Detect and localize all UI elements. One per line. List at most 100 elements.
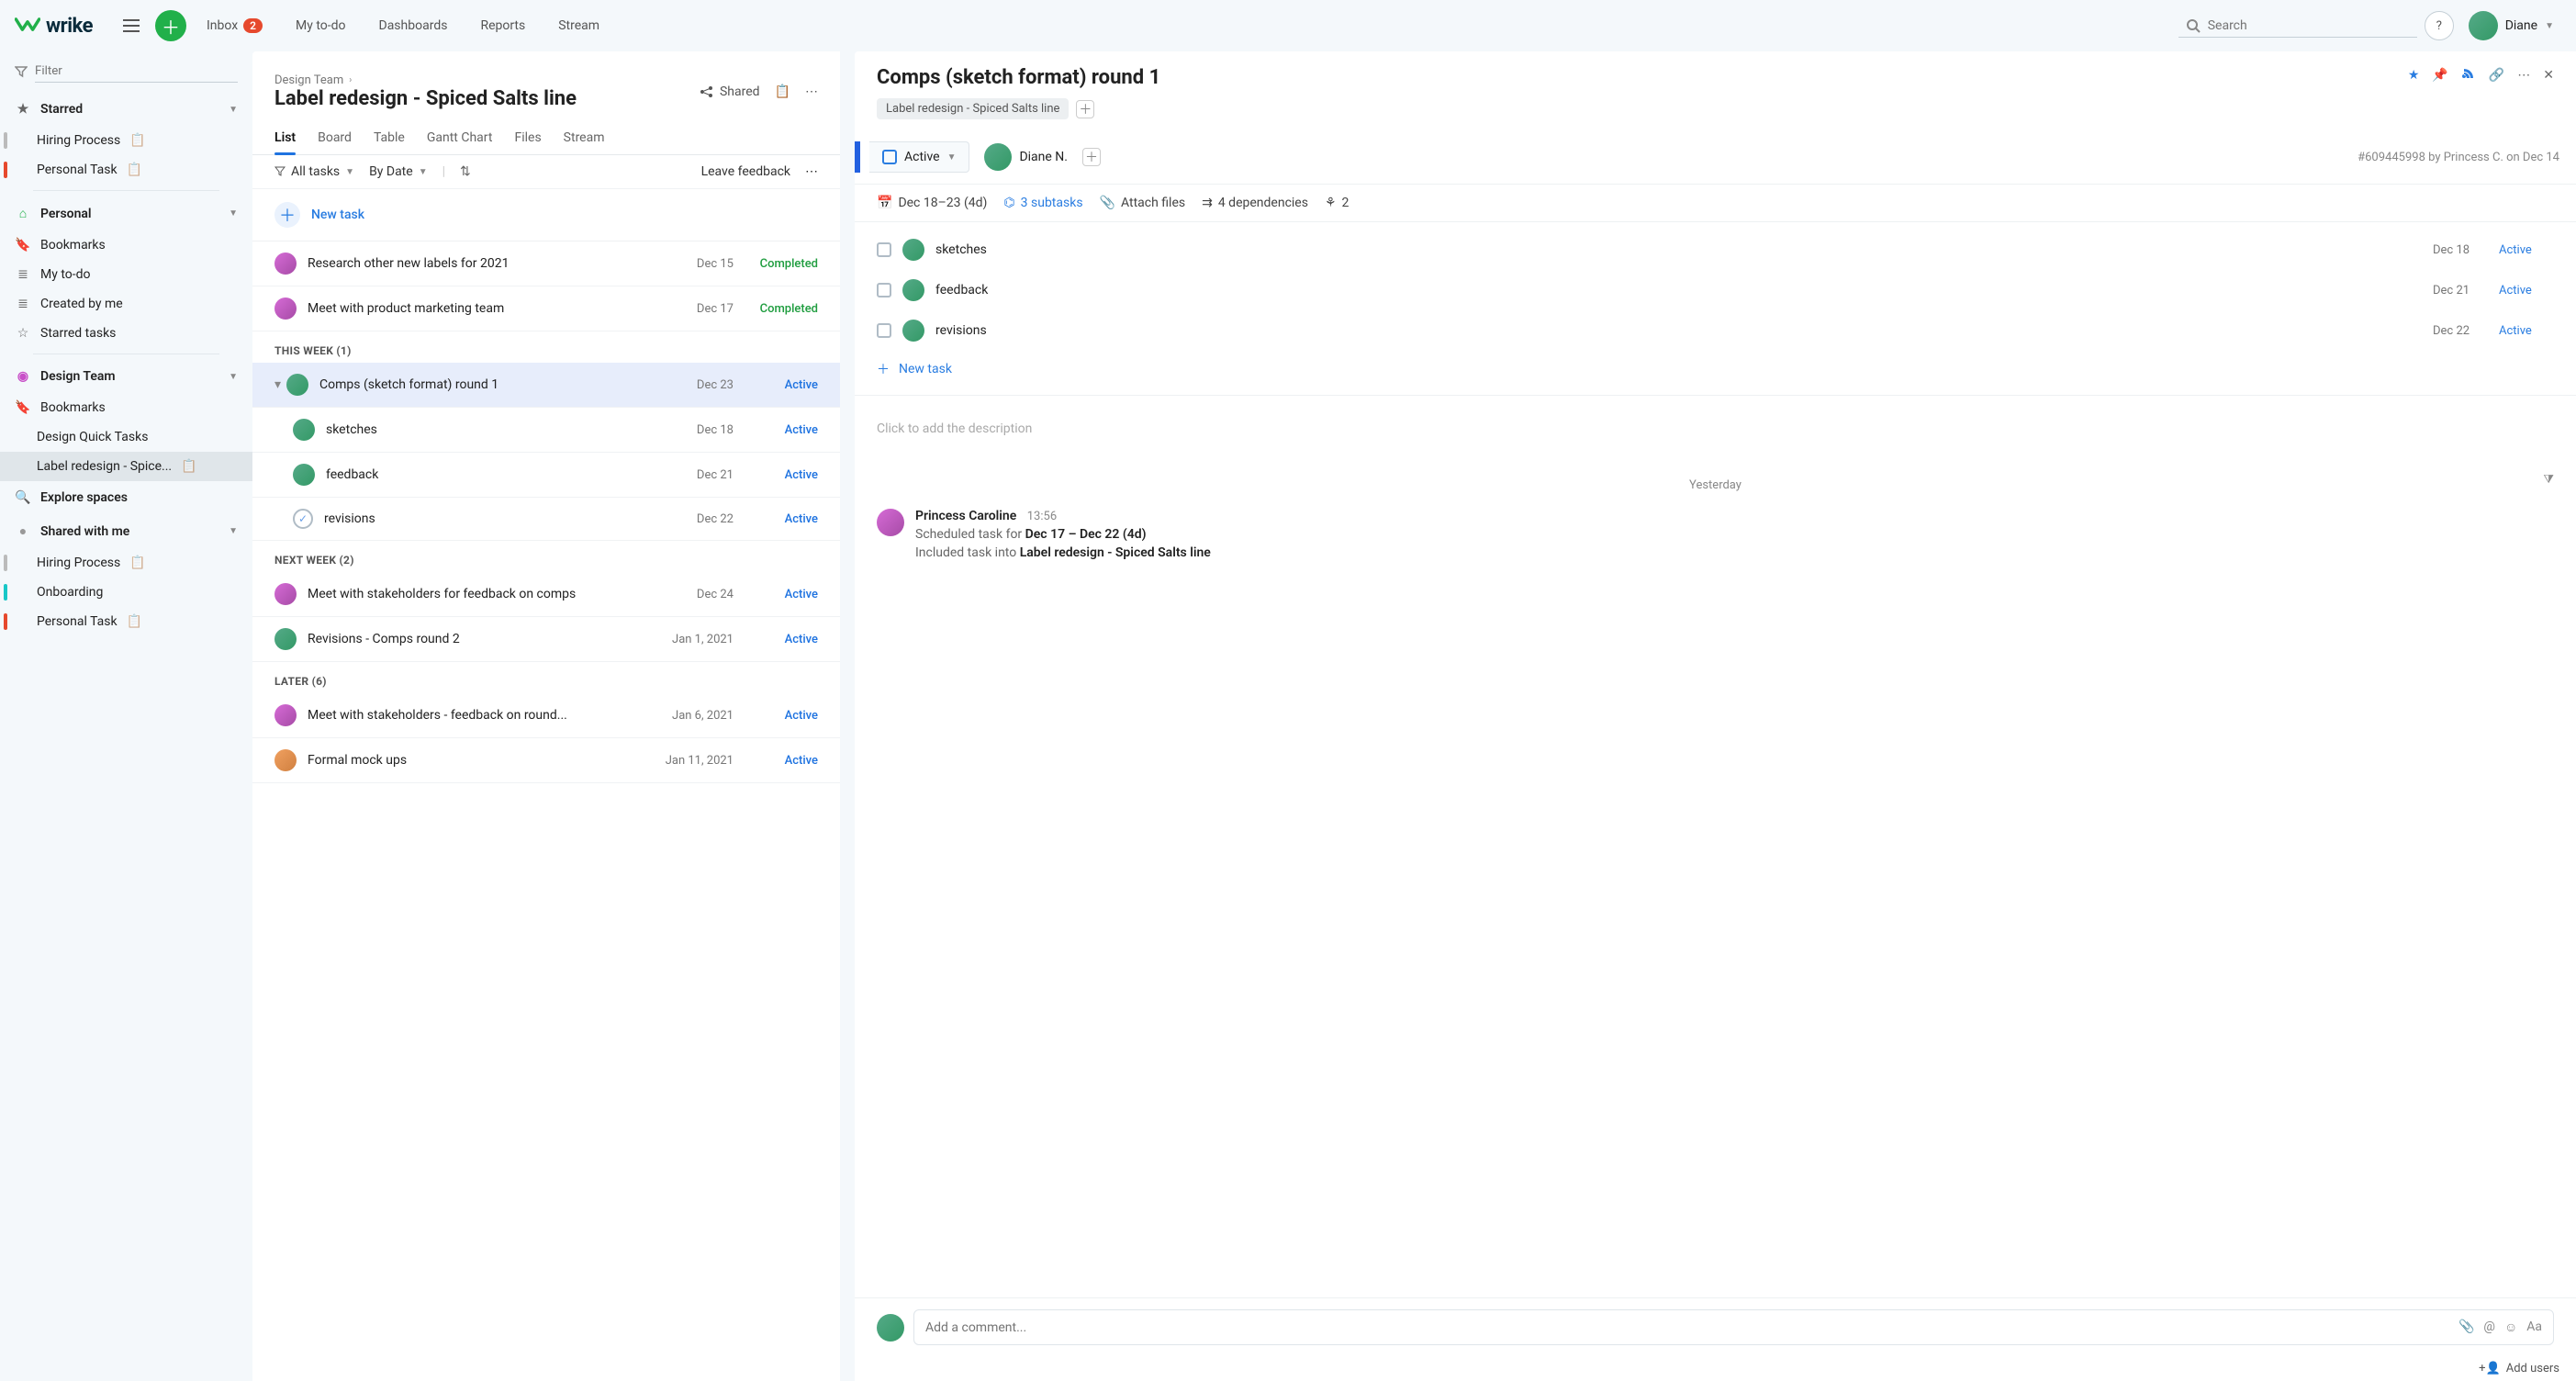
add-assignee-button[interactable]: ＋ (1082, 148, 1101, 166)
parent-tag[interactable]: Label redesign - Spiced Salts line (877, 98, 1069, 119)
search-input[interactable] (2208, 18, 2410, 33)
search-icon (2186, 18, 2201, 33)
subtask-row[interactable]: feedbackDec 21Active (877, 270, 2554, 310)
subtask-status: Active (2499, 243, 2554, 257)
filter-tasks[interactable]: All tasks ▼ (274, 164, 354, 179)
nav-inbox[interactable]: Inbox 2 (194, 11, 275, 40)
checkbox-icon[interactable] (877, 242, 891, 257)
nav-dashboards[interactable]: Dashboards (366, 11, 461, 40)
sidebar-item-shared-personal-task[interactable]: Personal Task 📋 (0, 607, 252, 636)
checkbox-icon[interactable] (877, 323, 891, 338)
chevron-down-icon[interactable]: ▾ (274, 377, 281, 392)
task-row[interactable]: Meet with stakeholders - feedback on rou… (252, 693, 840, 738)
sidebar-item-created-by-me[interactable]: ≣Created by me (0, 289, 252, 319)
breadcrumb[interactable]: Design Team › (274, 73, 577, 87)
tab-table[interactable]: Table (374, 121, 405, 154)
new-task-button[interactable]: ＋ New task (252, 189, 840, 241)
global-search[interactable] (2178, 15, 2417, 38)
emoji-icon[interactable]: ☺ (2504, 1319, 2517, 1335)
tab-list[interactable]: List (274, 121, 296, 154)
subtask-row[interactable]: revisionsDec 22Active (877, 310, 2554, 351)
hamburger-icon[interactable] (115, 9, 148, 42)
task-row[interactable]: Meet with product marketing teamDec 17Co… (252, 286, 840, 331)
add-tag-button[interactable]: ＋ (1076, 100, 1094, 118)
format-icon[interactable]: Aa (2526, 1319, 2542, 1335)
checkbox-icon[interactable] (877, 283, 891, 298)
new-subtask-button[interactable]: ＋New task (877, 351, 2554, 387)
more-icon[interactable]: ⋯ (805, 164, 818, 179)
sidebar-item-dt-bookmarks[interactable]: 🔖Bookmarks (0, 393, 252, 422)
task-row[interactable]: Revisions - Comps round 2Jan 1, 2021Acti… (252, 617, 840, 662)
sidebar-item-hiring-process[interactable]: Hiring Process 📋 (0, 126, 252, 155)
filter-sort[interactable]: By Date ▼ (369, 164, 428, 179)
nav-mytodo[interactable]: My to-do (283, 11, 359, 40)
leave-feedback-link[interactable]: Leave feedback (701, 164, 790, 179)
global-add-button[interactable]: ＋ (155, 10, 186, 41)
filter-icon[interactable]: ⧩ (2543, 473, 2554, 487)
chevron-down-icon: ▼ (229, 372, 238, 382)
paperclip-icon[interactable]: 📎 (2458, 1319, 2474, 1335)
sidebar-item-shared-hiring[interactable]: Hiring Process 📋 (0, 548, 252, 578)
more-icon[interactable]: ⋯ (805, 84, 818, 99)
tab-gantt[interactable]: Gantt Chart (427, 121, 493, 154)
add-users-button[interactable]: +👤 Add users (855, 1356, 2576, 1381)
logo[interactable]: wrike (15, 15, 93, 38)
share-count[interactable]: ⚘2 (1325, 196, 1349, 210)
date-range[interactable]: 📅Dec 18–23 (4d) (877, 196, 987, 210)
sidebar-filter-input[interactable] (35, 61, 238, 83)
sidebar-item-label-redesign[interactable]: Label redesign - Spice... 📋 (0, 452, 252, 481)
shared-button[interactable]: Shared (700, 84, 760, 99)
comment-input[interactable] (925, 1320, 2449, 1335)
sidebar-group-starred[interactable]: ★ Starred ▼ (0, 93, 252, 126)
share-icon: ⚘ (1325, 196, 1337, 210)
user-menu[interactable]: Diane ▼ (2461, 7, 2561, 44)
link-icon[interactable]: 🔗 (2489, 68, 2504, 83)
task-section-header: LATER (6) (252, 662, 840, 693)
sidebar-item-starred-tasks[interactable]: ☆Starred tasks (0, 319, 252, 348)
wrike-logo-icon (15, 17, 40, 35)
attach-files[interactable]: 📎Attach files (1100, 196, 1186, 210)
comment-avatar (877, 1314, 904, 1342)
comment-input-wrapper[interactable]: 📎 @ ☺ Aa (913, 1309, 2554, 1345)
tab-files[interactable]: Files (514, 121, 541, 154)
sidebar-explore-spaces[interactable]: 🔍 Explore spaces (0, 481, 252, 514)
rss-icon[interactable] (2461, 66, 2476, 84)
task-row[interactable]: Formal mock upsJan 11, 2021Active (252, 738, 840, 783)
chevron-down-icon: ▼ (2545, 21, 2554, 31)
task-row[interactable]: Meet with stakeholders for feedback on c… (252, 572, 840, 617)
sidebar-filter[interactable] (0, 51, 252, 93)
nav-stream[interactable]: Stream (545, 11, 612, 40)
tab-board[interactable]: Board (318, 121, 352, 154)
task-row[interactable]: ▾Comps (sketch format) round 1Dec 23Acti… (252, 363, 840, 408)
nav-reports[interactable]: Reports (467, 11, 538, 40)
pin-icon[interactable]: 📌 (2432, 68, 2447, 83)
subtask-row[interactable]: sketchesDec 18Active (877, 230, 2554, 270)
clipboard-icon[interactable]: 📋 (775, 84, 790, 99)
sidebar-item-mytodo[interactable]: ≣My to-do (0, 260, 252, 289)
sidebar-group-personal[interactable]: ⌂ Personal ▼ (0, 196, 252, 230)
sidebar-group-design-team[interactable]: ◉ Design Team ▼ (0, 360, 252, 393)
tab-stream[interactable]: Stream (564, 121, 605, 154)
dependencies[interactable]: ⇉4 dependencies (1202, 196, 1308, 210)
help-button[interactable]: ? (2425, 11, 2454, 40)
more-icon[interactable]: ⋯ (2517, 68, 2530, 83)
expand-icon[interactable]: ⇅ (460, 164, 471, 179)
task-row[interactable]: ✓revisionsDec 22Active (252, 498, 840, 541)
task-title[interactable]: Comps (sketch format) round 1 (877, 66, 1160, 89)
task-row[interactable]: Research other new labels for 2021Dec 15… (252, 241, 840, 286)
task-row[interactable]: sketchesDec 18Active (252, 408, 840, 453)
sidebar-item-shared-onboarding[interactable]: Onboarding (0, 578, 252, 607)
check-circle-icon[interactable]: ✓ (293, 509, 313, 529)
sidebar-item-bookmarks[interactable]: 🔖Bookmarks (0, 230, 252, 260)
task-row[interactable]: feedbackDec 21Active (252, 453, 840, 498)
mention-icon[interactable]: @ (2483, 1319, 2495, 1335)
close-icon[interactable]: ✕ (2543, 68, 2554, 83)
assignee[interactable]: Diane N. (984, 143, 1068, 171)
status-dropdown[interactable]: Active ▼ (869, 141, 969, 173)
subtasks-link[interactable]: ⌬3 subtasks (1003, 196, 1082, 210)
description-field[interactable]: Click to add the description (855, 396, 2576, 462)
sidebar-item-personal-task[interactable]: Personal Task 📋 (0, 155, 252, 185)
sidebar-group-shared[interactable]: ● Shared with me ▼ (0, 514, 252, 548)
star-icon[interactable]: ★ (2408, 68, 2420, 83)
sidebar-item-design-quick-tasks[interactable]: Design Quick Tasks (0, 422, 252, 452)
